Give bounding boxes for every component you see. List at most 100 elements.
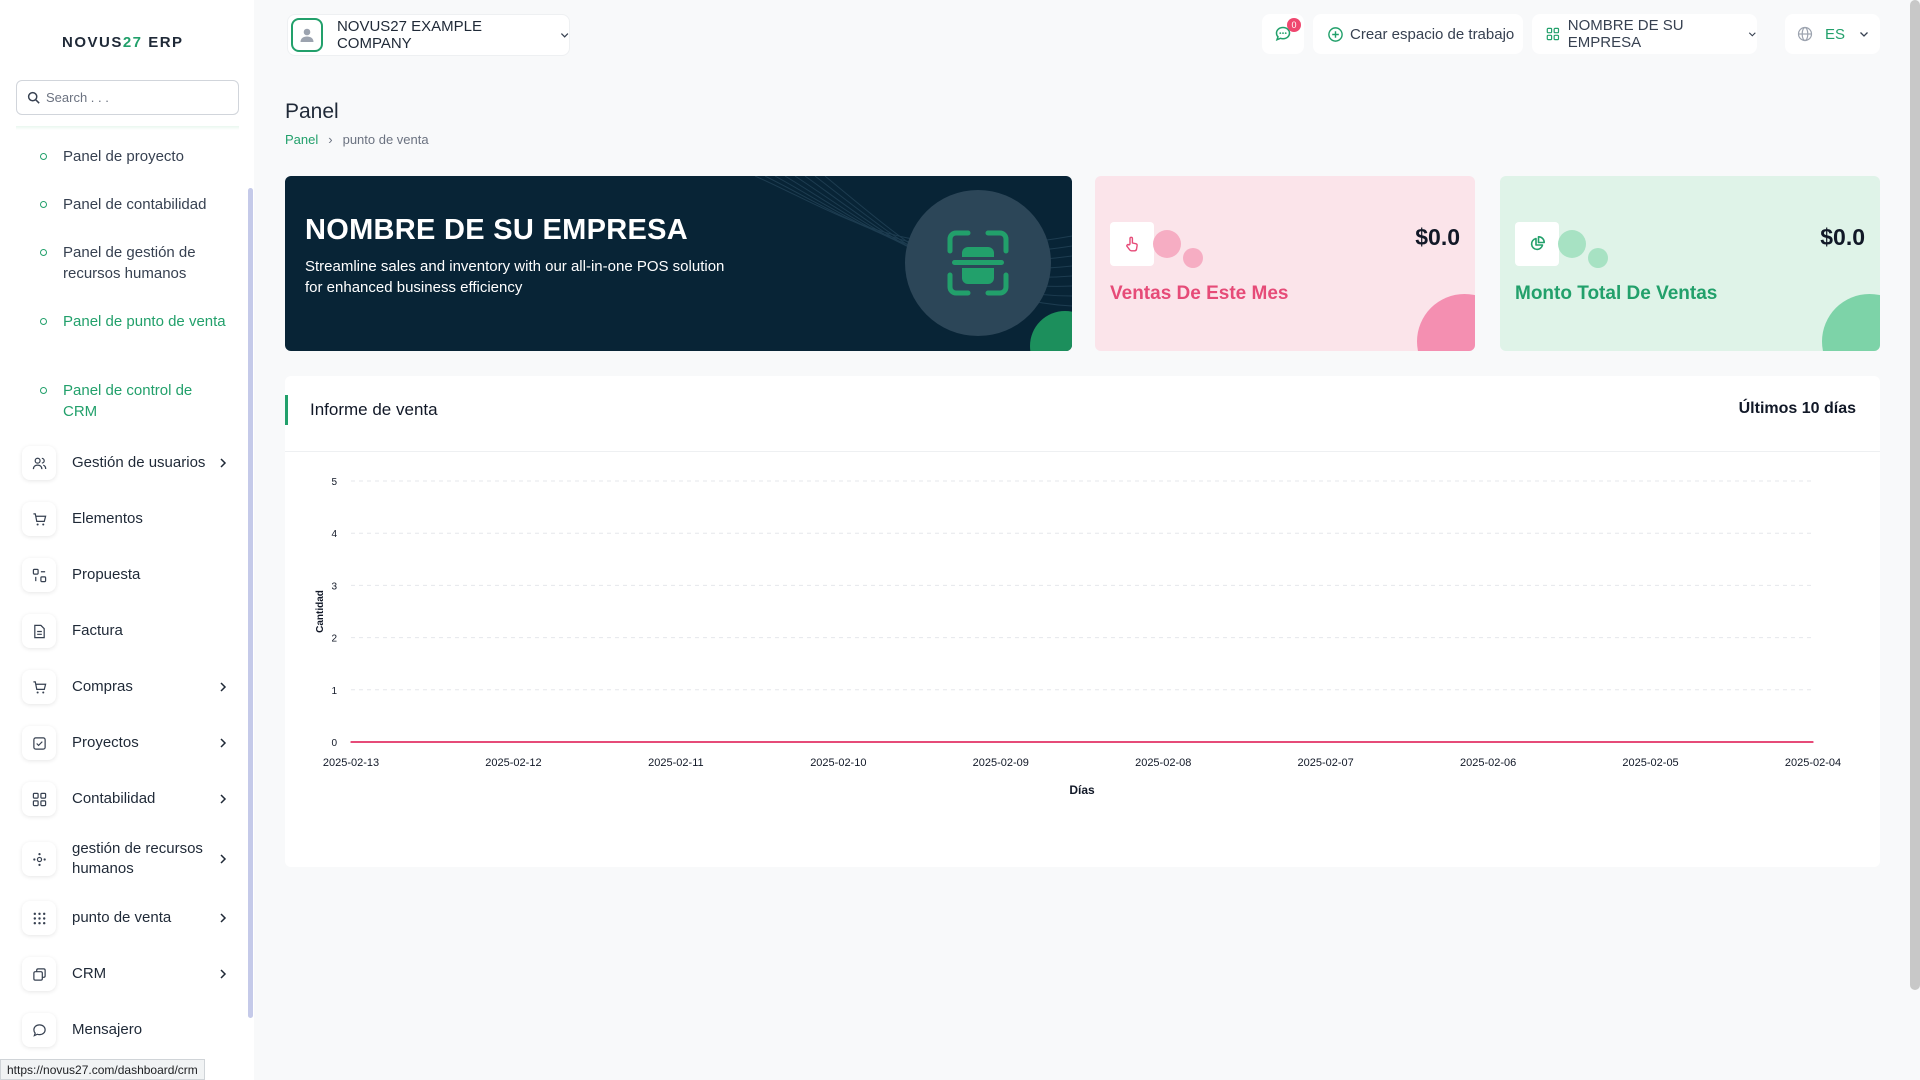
y-tick-label: 5: [331, 477, 337, 488]
messages-button[interactable]: 0: [1262, 14, 1304, 54]
x-tick-label: 2025-02-06: [1460, 757, 1516, 769]
sidebar-search[interactable]: [16, 80, 239, 115]
total-sales-value: $0.0: [1820, 224, 1865, 250]
data-point: [1649, 741, 1652, 743]
chevron-right-icon: [220, 969, 227, 979]
proposal-icon: [22, 558, 56, 592]
data-point: [999, 741, 1002, 743]
page-scrollbar[interactable]: [1910, 0, 1920, 990]
data-point: [1812, 741, 1814, 743]
sidebar-item-user-management[interactable]: Gestión de usuarios: [22, 444, 232, 482]
data-point: [837, 741, 840, 743]
create-workspace-label: Crear espacio de trabajo: [1350, 25, 1515, 43]
sidebar-item-label: Mensajero: [72, 1021, 143, 1038]
language-selector[interactable]: ES: [1785, 14, 1880, 54]
sidebar-item-hr[interactable]: gestión de recursos humanos: [22, 840, 232, 878]
cart-icon: [22, 502, 56, 536]
chevron-right-icon: [220, 682, 227, 692]
status-url: https://novus27.com/dashboard/crm: [0, 1059, 205, 1080]
sidebar-subitem-pos-panel[interactable]: Panel de punto de venta: [40, 311, 230, 332]
sidebar-item-label: Proyectos: [72, 734, 139, 751]
y-tick-label: 1: [331, 686, 337, 697]
sidebar-item-invoice[interactable]: Factura: [22, 612, 232, 650]
x-tick-label: 2025-02-13: [323, 757, 379, 769]
sidebar-item-label: Elementos: [72, 510, 143, 527]
y-tick-label: 2: [331, 634, 337, 645]
bullet-icon: [40, 249, 47, 256]
sidebar-item-projects[interactable]: Proyectos: [22, 724, 232, 762]
y-tick-label: 4: [331, 529, 337, 540]
breadcrumb-home-link[interactable]: Panel: [285, 132, 318, 147]
hand-pointer-icon: [1110, 222, 1154, 266]
data-point: [1324, 741, 1327, 743]
x-tick-label: 2025-02-08: [1135, 757, 1191, 769]
chevron-down-icon: [560, 33, 569, 38]
chat-icon: [22, 1013, 56, 1047]
x-tick-label: 2025-02-12: [485, 757, 541, 769]
x-tick-label: 2025-02-11: [648, 757, 703, 769]
y-tick-label: 0: [331, 738, 337, 749]
sidebar-item-label: Gestión de usuarios: [72, 454, 206, 471]
bullet-icon: [40, 201, 47, 208]
sidebar-item-pos[interactable]: punto de venta: [22, 899, 232, 937]
grid-icon: [22, 782, 56, 816]
business-selector[interactable]: NOMBRE DE SU EMPRESA: [1532, 14, 1757, 54]
sidebar: NOVUS27 ERP Panel de proyecto Panel de c…: [0, 0, 254, 1080]
company-selector[interactable]: NOVUS27 EXAMPLE COMPANY: [287, 14, 570, 56]
language-code: ES: [1825, 25, 1846, 43]
report-range[interactable]: Últimos 10 días: [1739, 400, 1856, 418]
sidebar-item-accounting[interactable]: Contabilidad: [22, 780, 232, 818]
sidebar-subitem-label: Panel de gestión de recursos humanos: [63, 244, 196, 282]
chevron-right-icon: [220, 794, 227, 804]
sidebar-item-elements[interactable]: Elementos: [22, 500, 232, 538]
layers-icon: [22, 957, 56, 991]
business-hero-card: NOMBRE DE SU EMPRESA Streamline sales an…: [285, 176, 1072, 351]
chevron-down-icon: [1749, 32, 1757, 37]
sidebar-scrollbar[interactable]: [248, 188, 253, 1018]
sidebar-subitem-label: Panel de contabilidad: [63, 196, 207, 213]
sidebar-subitem-crm-panel[interactable]: Panel de control de CRM: [40, 380, 230, 422]
divider: [16, 126, 239, 130]
search-icon: [27, 91, 40, 104]
month-sales-label: Ventas De Este Mes: [1110, 283, 1289, 304]
sidebar-item-label: CRM: [72, 965, 107, 982]
report-title: Informe de venta: [310, 400, 438, 419]
data-point: [512, 741, 515, 743]
x-axis-title: Días: [1069, 783, 1095, 797]
breadcrumb-separator-icon: ›: [328, 132, 333, 147]
data-point: [675, 741, 677, 743]
month-sales-value: $0.0: [1415, 224, 1460, 250]
sidebar-item-label: punto de venta: [72, 909, 172, 926]
chevron-right-icon: [220, 458, 227, 468]
app-logo[interactable]: NOVUS27 ERP: [62, 34, 184, 51]
breadcrumb-current: punto de venta: [342, 132, 429, 147]
sidebar-item-proposal[interactable]: Propuesta: [22, 556, 232, 594]
create-workspace-button[interactable]: Crear espacio de trabajo: [1313, 14, 1523, 54]
bullet-icon: [40, 387, 47, 394]
month-sales-card: $0.0 Ventas De Este Mes: [1095, 176, 1475, 351]
avatar: [291, 18, 323, 52]
sidebar-subitem-accounting-panel[interactable]: Panel de contabilidad: [40, 194, 230, 215]
data-point: [350, 741, 352, 743]
sidebar-subitem-label: Panel de punto de venta: [63, 313, 226, 330]
search-input[interactable]: [46, 90, 226, 105]
chevron-right-icon: [220, 738, 227, 748]
accent-bar: [285, 395, 288, 425]
sidebar-subitem-label: Panel de control de CRM: [63, 382, 193, 420]
sidebar-item-crm[interactable]: CRM: [22, 955, 232, 993]
decorative-blob: [1588, 248, 1608, 268]
x-tick-label: 2025-02-10: [810, 757, 866, 769]
user-icon: [300, 28, 314, 42]
chevron-right-icon: [220, 854, 227, 864]
y-axis-title: Cantidad: [315, 590, 326, 633]
sidebar-subitem-hr-panel[interactable]: Panel de gestión de recursos humanos: [40, 242, 230, 284]
sidebar-item-label: gestión de recursos humanos: [72, 840, 203, 877]
hero-title: NOMBRE DE SU EMPRESA: [305, 214, 689, 246]
sidebar-item-purchases[interactable]: Compras: [22, 668, 232, 706]
cart-icon: [22, 670, 56, 704]
sidebar-subitem-project-panel[interactable]: Panel de proyecto: [40, 146, 230, 167]
breadcrumb: Panel › punto de venta: [285, 132, 429, 147]
sidebar-item-messenger[interactable]: Mensajero: [22, 1011, 232, 1049]
x-tick-label: 2025-02-07: [1298, 757, 1354, 769]
data-point: [1162, 741, 1165, 743]
